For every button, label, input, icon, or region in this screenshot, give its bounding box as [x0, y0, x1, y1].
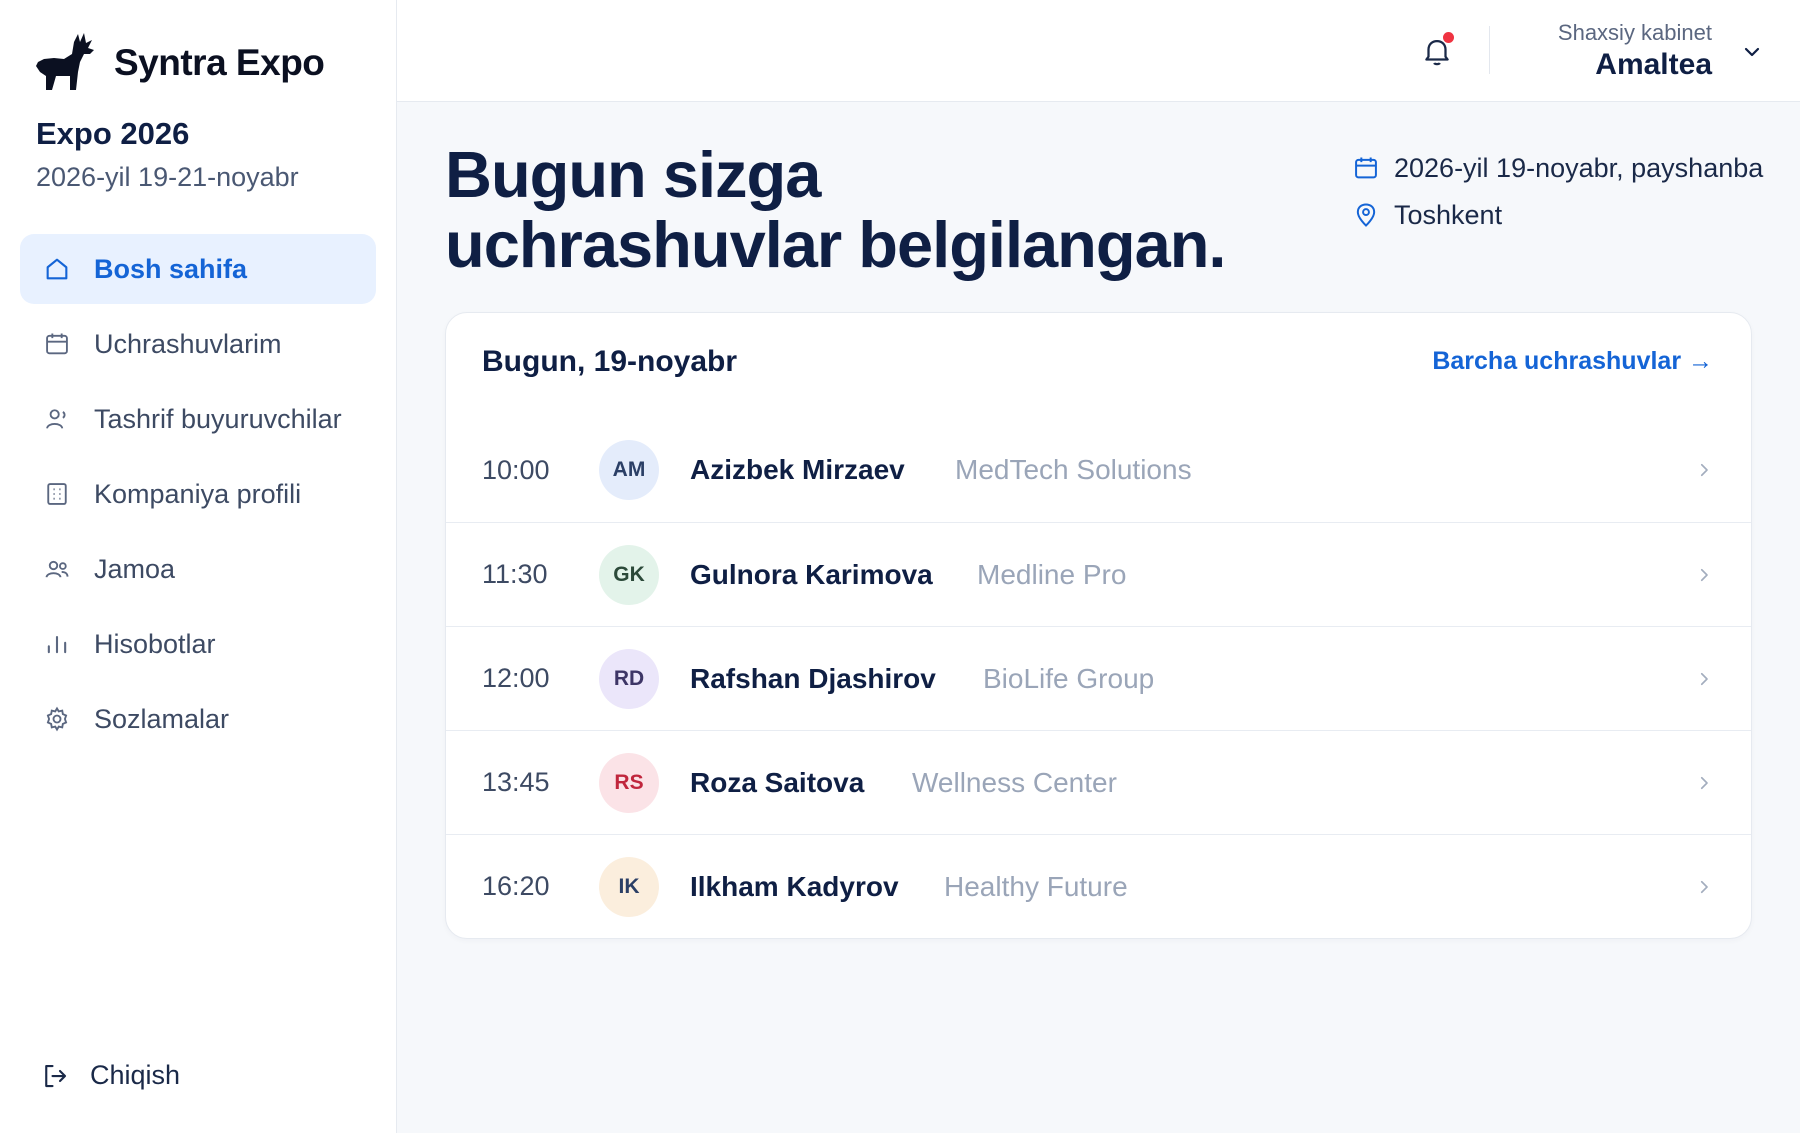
headline-line-1: Bugun sizga — [445, 138, 821, 211]
avatar: GK — [599, 544, 659, 605]
sidebar-item-label: Jamoa — [94, 553, 176, 584]
sidebar-item-company-profile[interactable]: Kompaniya profili — [20, 459, 376, 529]
sidebar-item-label: Sozlamalar — [94, 703, 230, 734]
building-icon — [42, 479, 72, 509]
sidebar-item-label: Bosh sahifa — [94, 253, 248, 284]
avatar: AM — [599, 440, 659, 500]
person-name: Ilkham Kadyrov — [690, 870, 899, 902]
person-name: Gulnora Karimova — [690, 558, 933, 590]
meetings-card: Bugun, 19-noyabr Barcha uchrashuvlar → 1… — [445, 312, 1752, 939]
location-row: Toshkent — [1352, 195, 1763, 235]
card-title: Bugun, 19-noyabr — [482, 345, 738, 378]
event-meta: 2026-yil 19-noyabr, payshanba Toshkent — [1352, 148, 1763, 242]
event-title: Expo 2026 — [36, 116, 190, 151]
home-icon — [42, 254, 72, 284]
account-name: Amaltea — [1595, 48, 1712, 81]
donkey-logo-icon — [36, 33, 94, 90]
page-headline: Bugun sizga uchrashuvlar belgilangan. — [445, 140, 1245, 280]
notification-dot — [1443, 32, 1454, 43]
divider — [1489, 26, 1490, 74]
sidebar-item-settings[interactable]: Sozlamalar — [20, 684, 376, 754]
avatar: IK — [599, 856, 659, 917]
logout-icon — [40, 1061, 70, 1091]
person-name: Rafshan Djashirov — [690, 662, 936, 694]
sidebar-item-label: Tashrif buyuruvchilar — [94, 403, 342, 434]
chevron-right-icon — [1700, 672, 1708, 685]
company-name: Wellness Center — [912, 766, 1117, 798]
meeting-row[interactable]: 12:00 RD Rafshan Djashirov BioLife Group — [446, 626, 1751, 730]
chevron-right-icon — [1700, 776, 1708, 789]
avatar: RS — [599, 752, 659, 813]
brand-name: Syntra Expo — [114, 42, 325, 83]
chevron-down-icon[interactable] — [1740, 40, 1764, 64]
location: Toshkent — [1394, 199, 1503, 230]
meeting-row[interactable]: 13:45 RS Roza Saitova Wellness Center — [446, 730, 1751, 834]
meeting-time: 13:45 — [482, 767, 550, 797]
meeting-row[interactable]: 16:20 IK Ilkham Kadyrov Healthy Future — [446, 834, 1751, 938]
sidebar: Syntra Expo Expo 2026 2026-yil 19-21-noy… — [0, 0, 397, 1133]
meeting-row[interactable]: 10:00 AM Azizbek Mirzaev MedTech Solutions — [446, 418, 1751, 522]
meeting-time: 10:00 — [482, 454, 550, 485]
sidebar-item-meetings[interactable]: Uchrashuvlarim — [20, 309, 376, 379]
calendar-icon — [42, 329, 72, 359]
card-header: Bugun, 19-noyabr Barcha uchrashuvlar → — [446, 313, 1751, 418]
meeting-time: 11:30 — [482, 559, 548, 589]
meeting-row[interactable]: 11:30 GK Gulnora Karimova Medline Pro — [446, 522, 1751, 626]
all-meetings-link[interactable]: Barcha uchrashuvlar → — [1432, 347, 1713, 376]
sidebar-item-label: Hisobotlar — [94, 628, 216, 659]
account-menu[interactable]: Shaxsiy kabinet Amaltea — [1558, 20, 1712, 82]
account-label: Shaxsiy kabinet — [1557, 20, 1712, 45]
meeting-time: 12:00 — [482, 663, 550, 693]
sidebar-item-label: Kompaniya profili — [94, 478, 302, 509]
meeting-time: 16:20 — [482, 871, 550, 901]
sidebar-nav: Bosh sahifa Uchrashuvlarim Tashrif buyur… — [20, 234, 376, 759]
users-icon — [42, 554, 72, 584]
sidebar-item-reports[interactable]: Hisobotlar — [20, 609, 376, 679]
date-row: 2026-yil 19-noyabr, payshanba — [1352, 148, 1763, 188]
sidebar-item-home[interactable]: Bosh sahifa — [20, 234, 376, 304]
sidebar-item-team[interactable]: Jamoa — [20, 534, 376, 604]
company-name: MedTech Solutions — [955, 454, 1192, 485]
avatar: RD — [599, 648, 659, 709]
chevron-right-icon — [1700, 880, 1708, 893]
user-icon — [42, 404, 72, 434]
person-name: Roza Saitova — [690, 766, 865, 798]
logout-button[interactable]: Chiqish — [40, 1060, 180, 1091]
current-date: 2026-yil 19-noyabr, payshanba — [1394, 152, 1764, 183]
calendar-icon — [1355, 157, 1377, 179]
topbar: Shaxsiy kabinet Amaltea — [397, 0, 1800, 102]
sidebar-item-label: Uchrashuvlarim — [94, 328, 282, 359]
sidebar-item-visitors[interactable]: Tashrif buyuruvchilar — [20, 384, 376, 454]
chevron-right-icon — [1700, 463, 1708, 477]
company-name: BioLife Group — [983, 662, 1155, 694]
meetings-list: 10:00 AM Azizbek Mirzaev MedTech Solutions 1… — [446, 418, 1751, 938]
chevron-right-icon — [1700, 568, 1708, 581]
logout-label: Chiqish — [90, 1060, 181, 1090]
headline-line-2: uchrashuvlar belgilangan. — [445, 208, 1226, 281]
notifications-button[interactable] — [1420, 32, 1454, 68]
location-pin-icon — [1356, 203, 1376, 227]
event-dates: 2026-yil 19-21-noyabr — [36, 162, 299, 192]
person-name: Azizbek Mirzaev — [690, 454, 905, 485]
brand-logo[interactable]: Syntra Expo — [34, 32, 325, 94]
bar-chart-icon — [42, 629, 72, 659]
company-name: Healthy Future — [944, 870, 1128, 902]
company-name: Medline Pro — [977, 558, 1127, 590]
gear-icon — [42, 704, 72, 734]
